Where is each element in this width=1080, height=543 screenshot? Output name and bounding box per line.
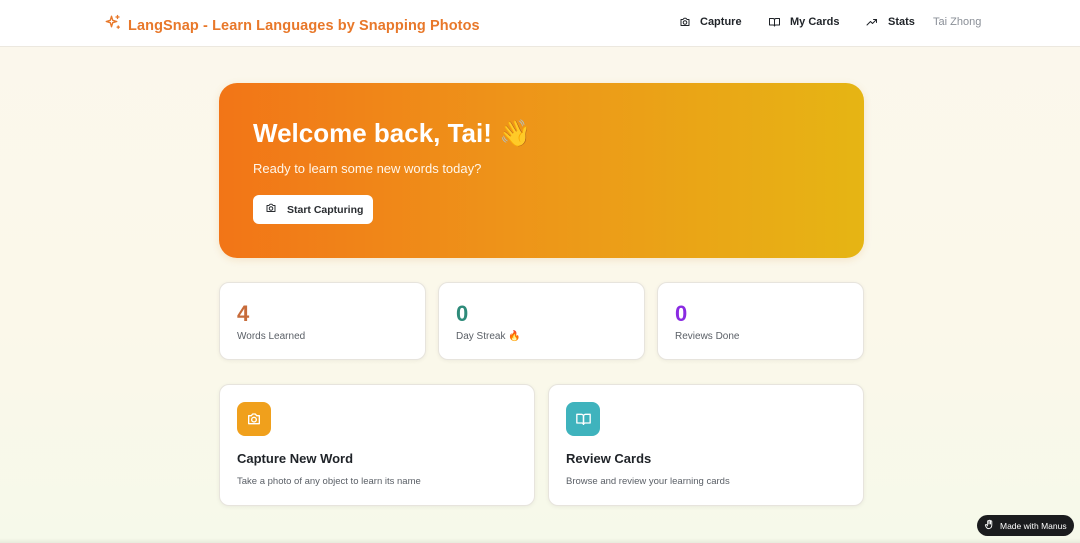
manus-hand-icon: [984, 519, 995, 532]
book-open-icon: [566, 402, 600, 436]
main-nav: Capture My Cards Stats Tai Zhong: [0, 16, 1080, 32]
stat-value: 0: [456, 301, 469, 326]
card-title: Review Cards: [566, 451, 652, 466]
welcome-subtitle: Ready to learn some new words today?: [253, 161, 482, 176]
capture-new-word-card[interactable]: Capture New Word Take a photo of any obj…: [219, 384, 535, 506]
welcome-title: Welcome back, Tai! 👋: [253, 118, 532, 148]
card-description: Take a photo of any object to learn its …: [237, 476, 421, 487]
start-capturing-label: Start Capturing: [287, 203, 364, 216]
book-open-icon: [768, 16, 781, 28]
welcome-banner: Welcome back, Tai! 👋 Ready to learn some…: [219, 83, 864, 258]
camera-icon: [265, 202, 277, 217]
nav-capture-label: Capture: [700, 16, 742, 28]
card-description: Browse and review your learning cards: [566, 476, 730, 487]
stat-label: Reviews Done: [675, 331, 740, 342]
nav-stats-label: Stats: [888, 16, 915, 28]
bottom-edge-shadow: [0, 538, 1080, 543]
review-cards-card[interactable]: Review Cards Browse and review your lear…: [548, 384, 864, 506]
camera-icon: [237, 402, 271, 436]
stat-card-words-learned: 4 Words Learned: [219, 282, 426, 360]
top-nav-bar: LangSnap - Learn Languages by Snapping P…: [0, 0, 1080, 47]
badge-label: Made with Manus: [1000, 520, 1067, 531]
stat-label: Day Streak 🔥: [456, 331, 521, 342]
start-capturing-button[interactable]: Start Capturing: [253, 195, 373, 224]
nav-my-cards-label: My Cards: [790, 16, 840, 28]
stat-value: 4: [237, 301, 250, 326]
nav-capture[interactable]: Capture: [679, 16, 742, 28]
stat-card-reviews-done: 0 Reviews Done: [657, 282, 864, 360]
stat-label: Words Learned: [237, 331, 306, 342]
stat-card-day-streak: 0 Day Streak 🔥: [438, 282, 645, 360]
stat-value: 0: [675, 301, 688, 326]
camera-icon: [679, 16, 691, 28]
user-name[interactable]: Tai Zhong: [933, 16, 981, 28]
nav-stats[interactable]: Stats: [865, 16, 915, 28]
nav-my-cards[interactable]: My Cards: [768, 16, 840, 28]
trending-up-icon: [865, 16, 879, 28]
card-title: Capture New Word: [237, 451, 354, 466]
made-with-manus-badge[interactable]: Made with Manus: [977, 515, 1074, 536]
